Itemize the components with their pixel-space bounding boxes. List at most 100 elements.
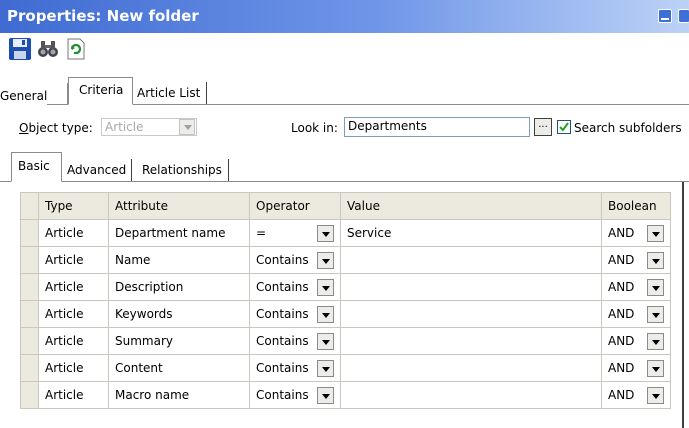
chevron-down-icon[interactable] [317,225,334,242]
table-row[interactable]: Article Name Contains AND [20,246,671,274]
chevron-down-icon[interactable] [647,360,664,377]
row-header[interactable] [20,300,39,328]
chevron-down-icon[interactable] [647,225,664,242]
column-header-value[interactable]: Value [340,192,602,220]
tab-article-list[interactable]: Article List [133,82,208,104]
cell-value[interactable] [340,327,602,355]
cell-type[interactable]: Article [38,381,109,409]
cell-operator[interactable]: Contains [249,273,341,301]
search-subfolders-label: Search subfolders [574,121,682,135]
minimize-icon [661,18,669,20]
tab-general[interactable]: General [0,85,48,105]
cell-value[interactable] [340,300,602,328]
row-header[interactable] [20,273,39,301]
chevron-down-icon[interactable] [647,279,664,296]
chevron-down-icon[interactable] [179,119,195,135]
operator-value: Contains [256,361,309,375]
save-button[interactable] [8,37,32,61]
cell-attribute[interactable]: Content [108,354,250,382]
cell-attribute[interactable]: Summary [108,327,250,355]
table-row[interactable]: Article Macro name Contains AND [20,381,671,409]
table-row[interactable]: Article Content Contains AND [20,354,671,382]
floppy-disk-icon [9,38,31,60]
subtab-advanced[interactable]: Advanced [62,159,133,181]
cell-operator[interactable]: Contains [249,354,341,382]
boolean-value: AND [608,361,635,375]
cell-boolean[interactable]: AND [601,381,671,409]
chevron-down-icon[interactable] [317,279,334,296]
chevron-down-icon[interactable] [317,333,334,350]
toolbar [0,35,200,63]
refresh-icon [67,38,85,60]
chevron-down-icon[interactable] [317,252,334,269]
cell-type[interactable]: Article [38,354,109,382]
table-row[interactable]: Article Keywords Contains AND [20,300,671,328]
refresh-button[interactable] [64,37,88,61]
cell-operator[interactable]: Contains [249,300,341,328]
cell-attribute[interactable]: Department name [108,219,250,247]
column-header-type[interactable]: Type [38,192,109,220]
object-type-select[interactable]: Article [101,118,197,136]
cell-attribute[interactable]: Keywords [108,300,250,328]
row-header[interactable] [20,219,39,247]
chevron-down-icon[interactable] [647,306,664,323]
chevron-down-icon[interactable] [647,252,664,269]
cell-value[interactable] [340,246,602,274]
tab-criteria[interactable]: Criteria [68,77,133,105]
cell-value[interactable] [340,354,602,382]
cell-boolean[interactable]: AND [601,327,671,355]
find-button[interactable] [36,37,60,61]
subtab-relationships[interactable]: Relationships [137,159,229,181]
cell-attribute[interactable]: Name [108,246,250,274]
cell-operator[interactable]: = [249,219,341,247]
minimize-button[interactable] [658,9,672,23]
look-in-input[interactable]: Departments [344,117,530,137]
boolean-cell-content: AND [608,221,664,246]
operator-value: Contains [256,334,309,348]
cell-type[interactable]: Article [38,219,109,247]
row-header-corner [20,192,39,220]
search-subfolders-checkbox[interactable] [557,120,571,134]
subtab-basic[interactable]: Basic [11,152,62,182]
cell-value[interactable]: Service [340,219,602,247]
operator-value: Contains [256,253,309,267]
cell-boolean[interactable]: AND [601,354,671,382]
column-header-attribute[interactable]: Attribute [108,192,250,220]
criteria-table: Type Attribute Operator Value Boolean Ar… [20,192,671,409]
cell-attribute[interactable]: Description [108,273,250,301]
chevron-down-icon[interactable] [317,306,334,323]
cell-type[interactable]: Article [38,300,109,328]
maximize-button[interactable] [678,9,689,23]
row-header[interactable] [20,246,39,274]
chevron-down-icon[interactable] [647,387,664,404]
table-row[interactable]: Article Summary Contains AND [20,327,671,355]
column-header-operator[interactable]: Operator [249,192,341,220]
operator-cell-content: Contains [256,248,334,273]
cell-type[interactable]: Article [38,273,109,301]
row-header[interactable] [20,354,39,382]
subtab-relationships-label: Relationships [142,163,222,177]
cell-operator[interactable]: Contains [249,246,341,274]
browse-button[interactable]: ... [534,118,552,136]
operator-cell-content: Contains [256,329,334,354]
chevron-down-icon[interactable] [317,387,334,404]
column-header-boolean[interactable]: Boolean [601,192,671,220]
cell-boolean[interactable]: AND [601,219,671,247]
table-row[interactable]: Article Department name = Service AND [20,219,671,247]
cell-operator[interactable]: Contains [249,381,341,409]
row-header[interactable] [20,381,39,409]
checkmark-icon [559,122,569,132]
cell-value[interactable] [340,273,602,301]
cell-boolean[interactable]: AND [601,246,671,274]
row-header[interactable] [20,327,39,355]
cell-type[interactable]: Article [38,246,109,274]
cell-type[interactable]: Article [38,327,109,355]
cell-operator[interactable]: Contains [249,327,341,355]
table-row[interactable]: Article Description Contains AND [20,273,671,301]
cell-boolean[interactable]: AND [601,300,671,328]
cell-value[interactable] [340,381,602,409]
chevron-down-icon[interactable] [317,360,334,377]
cell-boolean[interactable]: AND [601,273,671,301]
cell-attribute[interactable]: Macro name [108,381,250,409]
chevron-down-icon[interactable] [647,333,664,350]
